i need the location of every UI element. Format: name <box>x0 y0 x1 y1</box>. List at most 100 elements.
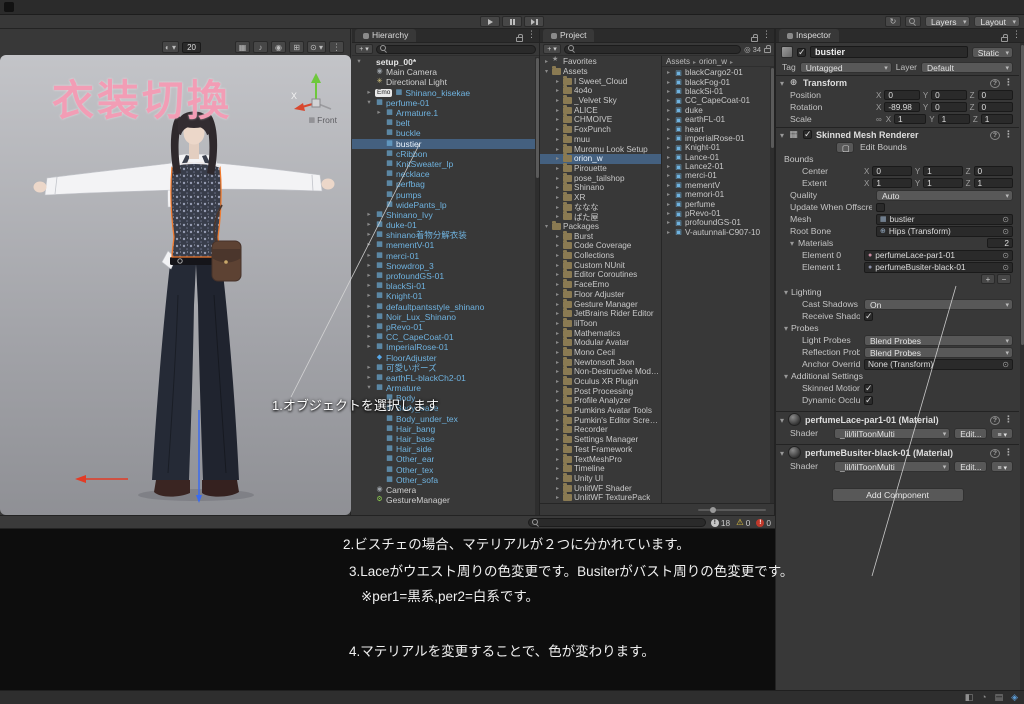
scene-canvas[interactable]: 衣装切換 X ▦ Front <box>0 55 351 515</box>
folder-item[interactable]: ▸ muu <box>540 135 661 145</box>
shader-dropdown[interactable]: _lil/lilToonMulti <box>834 461 950 472</box>
foldout-arrow-icon[interactable]: ▸ <box>554 252 561 259</box>
folder-item[interactable]: ▸ lilToon <box>540 319 661 329</box>
asset-item[interactable]: ▸ ▣ V-autunnali-C907-10 <box>662 228 774 237</box>
scale-y-field[interactable]: 1 <box>938 114 970 124</box>
asset-item[interactable]: ▸ ▣ CC_CapeCoat-01 <box>662 96 774 105</box>
foldout-arrow-icon[interactable]: ▸ <box>554 281 561 288</box>
foldout-arrow-icon[interactable]: ▸ <box>554 175 561 182</box>
play-button[interactable] <box>480 16 500 27</box>
hierarchy-item[interactable]: ▸ ▦ shinano着物分解衣装 <box>352 230 539 240</box>
folder-item[interactable]: ▸ Gesture Manager <box>540 299 661 309</box>
effects-icon[interactable]: ◉ <box>271 41 286 53</box>
asset-item[interactable]: ▸ ▣ mementV <box>662 181 774 190</box>
create-object-button[interactable] <box>355 44 373 54</box>
folder-item[interactable]: ▸ ALICE <box>540 105 661 115</box>
hierarchy-item[interactable]: ✳ Directional Light <box>352 77 539 87</box>
breadcrumb-current[interactable]: orion_w <box>699 57 727 66</box>
foldout-arrow-icon[interactable]: ▸ <box>665 97 672 104</box>
folder-item[interactable]: ▸ Oculus XR Plugin <box>540 377 661 387</box>
foldout-icon[interactable] <box>780 130 784 140</box>
static-dropdown[interactable]: Static <box>972 47 1013 58</box>
folder-item[interactable]: ▸ Non-Destructive Modular <box>540 367 661 377</box>
lock-icon[interactable] <box>751 37 758 42</box>
hierarchy-item[interactable]: ▦ widePants_lp <box>352 200 539 210</box>
foldout-arrow-icon[interactable]: ▸ <box>554 146 561 153</box>
console-search-input[interactable] <box>528 518 706 527</box>
folder-item[interactable]: ▸ UnlitWF Shader <box>540 483 661 493</box>
foldout-arrow-icon[interactable]: ▸ <box>665 172 672 179</box>
extent-x-field[interactable]: 1 <box>872 178 911 188</box>
mesh-object-field[interactable]: ▦ bustier <box>876 214 1013 225</box>
material-header[interactable]: perfumeBusiter-black-01 (Material) <box>776 444 1019 460</box>
foldout-arrow-icon[interactable]: ▸ <box>554 436 561 443</box>
foldout-arrow-icon[interactable]: ▸ <box>554 456 561 463</box>
hierarchy-search-input[interactable] <box>376 45 536 54</box>
asset-item[interactable]: ▸ ▣ Knight-01 <box>662 143 774 152</box>
asset-item[interactable]: ▸ ▣ perfume <box>662 199 774 208</box>
folder-item[interactable]: ▸ Favorites <box>540 57 661 67</box>
asset-item[interactable]: ▸ ▣ Lance2-01 <box>662 162 774 171</box>
breadcrumb-root[interactable]: Assets <box>666 57 690 66</box>
grid-icon[interactable]: ▦ <box>235 41 250 53</box>
receive-shadows-checkbox[interactable] <box>864 312 873 321</box>
foldout-arrow-icon[interactable]: ▸ <box>554 330 561 337</box>
hierarchy-item[interactable]: ▦ Hair_side <box>352 444 539 454</box>
extent-y-field[interactable]: 1 <box>923 178 962 188</box>
folder-item[interactable]: ▸ Muromu Look Setup <box>540 144 661 154</box>
hierarchy-item[interactable]: ▸ ▦ blackSi-01 <box>352 281 539 291</box>
slider-knob[interactable] <box>710 507 716 513</box>
dynamic-occlusion-checkbox[interactable] <box>864 396 873 405</box>
foldout-arrow-icon[interactable]: ▸ <box>554 87 561 94</box>
layers-dropdown[interactable]: Layers <box>925 16 971 27</box>
center-x-field[interactable]: 0 <box>872 166 911 176</box>
shading-mode-icon[interactable]: ◐ ▾ <box>162 41 179 53</box>
asset-item[interactable]: ▸ ▣ heart <box>662 124 774 133</box>
lock-icon[interactable] <box>1001 37 1008 42</box>
constrain-proportions-icon[interactable]: ∞ <box>876 115 882 124</box>
folder-item[interactable]: ▸ Shinano <box>540 183 661 193</box>
asset-item[interactable]: ▸ ▣ blackCargo2-01 <box>662 68 774 77</box>
foldout-arrow-icon[interactable]: ▸ <box>365 322 373 332</box>
asset-item[interactable]: ▸ ▣ duke <box>662 106 774 115</box>
hierarchy-item[interactable]: ▦ Body_under_tex <box>352 414 539 424</box>
object-picker-icon[interactable] <box>1002 359 1009 369</box>
scrollbar-thumb[interactable] <box>771 68 774 148</box>
tab-inspector[interactable]: Inspector <box>779 29 839 42</box>
foldout-arrow-icon[interactable]: ▸ <box>365 88 373 98</box>
hierarchy-item[interactable]: ▸ ▦ Shinano_Ivy <box>352 210 539 220</box>
view-orientation-gizmo[interactable]: X <box>291 69 341 115</box>
lock-icon[interactable] <box>764 48 771 53</box>
hierarchy-item[interactable]: ▦ Hair_bang <box>352 424 539 434</box>
foldout-arrow-icon[interactable]: ▸ <box>665 163 672 170</box>
foldout-arrow-icon[interactable]: ▸ <box>365 291 373 301</box>
position-z-field[interactable]: 0 <box>978 90 1013 100</box>
scene-menu-icon[interactable] <box>329 41 344 53</box>
folder-item[interactable]: ▸ Pirouette <box>540 164 661 174</box>
foldout-arrow-icon[interactable]: ▸ <box>365 373 373 383</box>
foldout-arrow-icon[interactable]: ▸ <box>554 78 561 85</box>
foldout-arrow-icon[interactable]: ▸ <box>554 184 561 191</box>
create-asset-button[interactable] <box>543 44 561 54</box>
foldout-arrow-icon[interactable]: ▸ <box>554 485 561 492</box>
rotation-y-field[interactable]: 0 <box>931 102 966 112</box>
object-picker-icon[interactable] <box>1002 250 1009 260</box>
folder-item[interactable]: ▸ _Velvet Sky <box>540 96 661 106</box>
hierarchy-item[interactable]: ⚙ GestureManager <box>352 495 539 505</box>
foldout-arrow-icon[interactable]: ▸ <box>554 359 561 366</box>
folder-item[interactable]: ▸ Post Processing <box>540 386 661 396</box>
asset-item[interactable]: ▸ ▣ imperialRose-01 <box>662 134 774 143</box>
folder-item[interactable]: ▸ Mathematics <box>540 328 661 338</box>
center-z-field[interactable]: 0 <box>974 166 1013 176</box>
folder-item[interactable]: ▸ Custom NUnit <box>540 260 661 270</box>
folder-item[interactable]: ▸ Burst <box>540 231 661 241</box>
foldout-arrow-icon[interactable]: ▸ <box>665 182 672 189</box>
kebab-menu-icon[interactable] <box>762 24 771 42</box>
component-enabled-checkbox[interactable] <box>803 130 812 139</box>
foldout-icon[interactable] <box>780 448 784 458</box>
asset-item[interactable]: ▸ ▣ pRevo-01 <box>662 209 774 218</box>
folder-item[interactable]: ▸ pose_tailshop <box>540 173 661 183</box>
hierarchy-item[interactable]: ▦ Hair_base <box>352 434 539 444</box>
hierarchy-item[interactable]: ▸ Emo ▦ Shinano_kisekae <box>352 88 539 98</box>
hierarchy-item[interactable]: ▸ ▦ Armature.1 <box>352 108 539 118</box>
